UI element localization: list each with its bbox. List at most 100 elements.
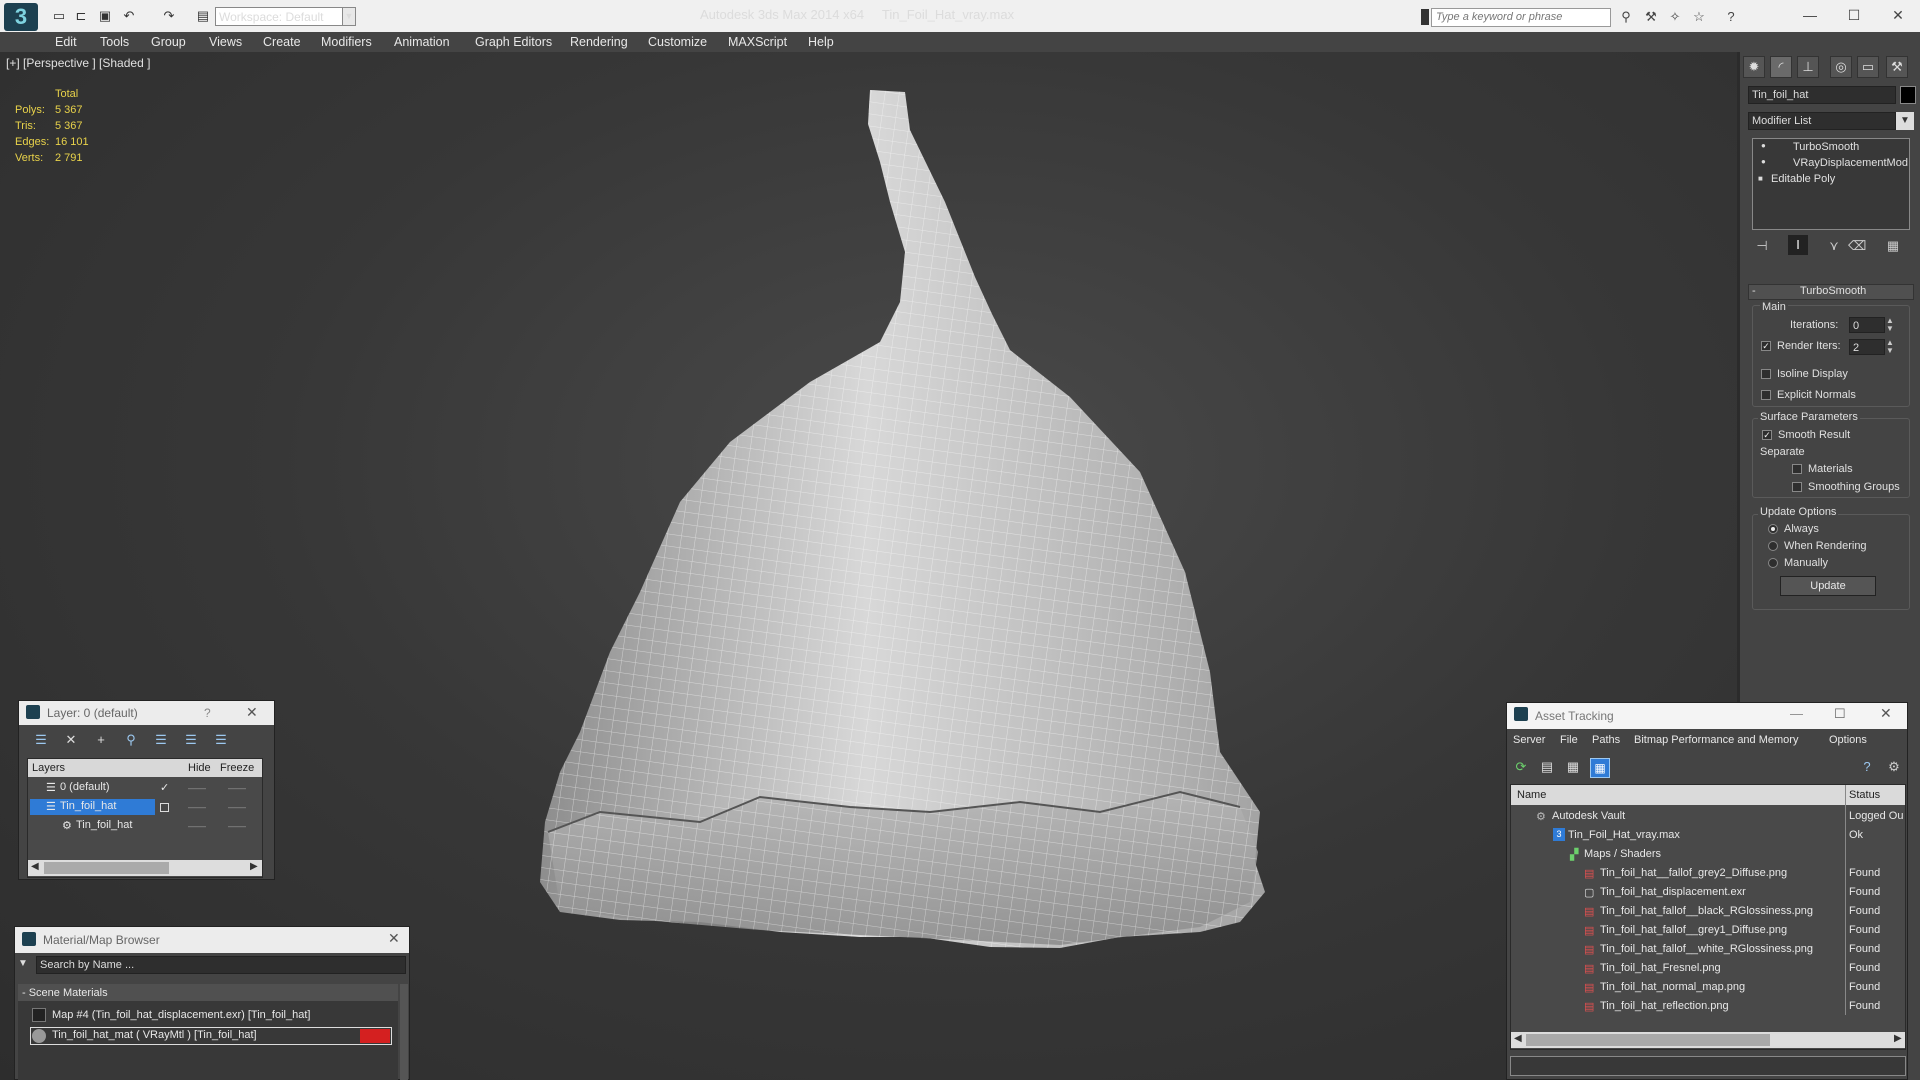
- menu-modifiers[interactable]: Modifiers: [321, 32, 372, 52]
- close-icon[interactable]: ✕: [1880, 705, 1892, 722]
- column-layers[interactable]: Layers: [32, 762, 65, 774]
- render-iters-checkbox[interactable]: ✓: [1761, 341, 1771, 351]
- help-icon[interactable]: ?: [204, 706, 211, 720]
- iterations-spinner[interactable]: ▲ ▼: [1886, 317, 1894, 333]
- add-to-layer-icon[interactable]: +: [92, 732, 110, 748]
- menu-animation[interactable]: Animation: [394, 32, 450, 52]
- scroll-left-icon[interactable]: ◀: [31, 861, 39, 872]
- workspace-dropdown[interactable]: Workspace: Default: [215, 7, 349, 26]
- hide-all-icon[interactable]: ☰: [182, 732, 200, 748]
- scroll-left-icon[interactable]: ◀: [1514, 1033, 1522, 1044]
- always-radio[interactable]: [1768, 524, 1778, 534]
- lightbulb-icon[interactable]: ●: [1761, 157, 1766, 166]
- binoculars-icon[interactable]: ⚲: [1617, 9, 1635, 25]
- freeze-toggle[interactable]: ——: [228, 783, 246, 793]
- stack-item-vraydisplacementmod[interactable]: VRayDisplacementMod: [1793, 157, 1908, 169]
- project-folder-icon[interactable]: ▤: [194, 8, 212, 24]
- expand-icon[interactable]: ■: [1758, 174, 1763, 183]
- create-layer-icon[interactable]: ☰: [32, 732, 50, 748]
- asset-row-name[interactable]: Tin_foil_hat_fallof__black_RGlossiness.p…: [1600, 905, 1813, 917]
- hide-toggle[interactable]: ——: [188, 802, 206, 812]
- menu-paths[interactable]: Paths: [1592, 734, 1620, 746]
- menu-options[interactable]: Options: [1829, 734, 1867, 746]
- asset-row-name[interactable]: Tin_foil_hat_fallof__white_RGlossiness.p…: [1600, 943, 1813, 955]
- menu-help[interactable]: Help: [808, 32, 834, 52]
- chevron-down-icon[interactable]: ▼: [342, 7, 356, 26]
- delete-layer-icon[interactable]: ✕: [62, 732, 80, 748]
- new-file-icon[interactable]: ▭: [50, 8, 68, 24]
- menu-tools[interactable]: Tools: [100, 32, 129, 52]
- pin-stack-icon[interactable]: ⊣: [1753, 238, 1771, 254]
- make-unique-icon[interactable]: ⋎: [1825, 238, 1843, 254]
- layer-row-tin-foil-hat[interactable]: Tin_foil_hat: [60, 800, 116, 812]
- freeze-toggle[interactable]: ——: [228, 802, 246, 812]
- render-iters-input[interactable]: 2: [1849, 339, 1885, 355]
- keyword-search-input[interactable]: Type a keyword or phrase: [1431, 8, 1611, 27]
- minimize-button[interactable]: —: [1790, 706, 1803, 721]
- hierarchy-tab-icon[interactable]: ⊥: [1797, 56, 1819, 78]
- smoothing-groups-checkbox[interactable]: [1792, 482, 1802, 492]
- material-item-map4[interactable]: Map #4 (Tin_foil_hat_displacement.exr) […: [52, 1009, 310, 1021]
- table-view-icon[interactable]: ▦: [1590, 758, 1610, 778]
- highlight-layer-icon[interactable]: ☰: [152, 732, 170, 748]
- menu-graph-editors[interactable]: Graph Editors: [475, 32, 552, 52]
- refresh-icon[interactable]: ⟳: [1512, 759, 1530, 775]
- material-vertical-scrollbar[interactable]: [400, 984, 408, 1080]
- utilities-tab-icon[interactable]: ⚒: [1886, 56, 1908, 78]
- update-button[interactable]: Update: [1780, 576, 1876, 596]
- asset-row-name[interactable]: Tin_foil_hat_displacement.exr: [1600, 886, 1746, 898]
- close-icon[interactable]: ✕: [246, 704, 258, 721]
- tree-view-icon[interactable]: ▦: [1564, 759, 1582, 775]
- asset-row-name[interactable]: Tin_foil_hat_Fresnel.png: [1600, 962, 1721, 974]
- iterations-input[interactable]: 0: [1849, 317, 1885, 333]
- display-tab-icon[interactable]: ▭: [1857, 56, 1879, 78]
- freeze-toggle[interactable]: ——: [228, 821, 246, 831]
- asset-row-name[interactable]: Maps / Shaders: [1584, 848, 1661, 860]
- column-hide[interactable]: Hide: [188, 762, 211, 774]
- settings-icon[interactable]: ⚙: [1885, 759, 1903, 775]
- open-file-icon[interactable]: ⊏: [72, 8, 90, 24]
- asset-row-name[interactable]: Tin_foil_hat__fallof_grey2_Diffuse.png: [1600, 867, 1787, 879]
- make-current-box[interactable]: [160, 803, 169, 812]
- explicit-normals-checkbox[interactable]: [1761, 390, 1771, 400]
- minimize-button[interactable]: —: [1790, 4, 1830, 26]
- menu-rendering[interactable]: Rendering: [570, 32, 628, 52]
- collapse-icon[interactable]: -: [1752, 285, 1756, 297]
- scrollbar-thumb[interactable]: [1526, 1034, 1770, 1046]
- smooth-result-checkbox[interactable]: ✓: [1762, 430, 1772, 440]
- menu-maxscript[interactable]: MAXScript: [728, 32, 787, 52]
- subscription-icon[interactable]: ⚒: [1642, 9, 1660, 25]
- menu-edit[interactable]: Edit: [55, 32, 77, 52]
- communication-center-icon[interactable]: ✧: [1666, 9, 1684, 25]
- object-name-field[interactable]: Tin_foil_hat: [1748, 86, 1896, 104]
- menu-server[interactable]: Server: [1513, 734, 1545, 746]
- asset-row-name[interactable]: Tin_Foil_Hat_vray.max: [1568, 829, 1680, 841]
- menu-customize[interactable]: Customize: [648, 32, 707, 52]
- help-icon[interactable]: ?: [1722, 9, 1740, 25]
- material-search-input[interactable]: Search by Name ...: [36, 956, 406, 974]
- chevron-down-icon[interactable]: ▼: [1896, 112, 1914, 130]
- column-name[interactable]: Name: [1517, 789, 1546, 801]
- favorites-star-icon[interactable]: ☆: [1690, 9, 1708, 25]
- asset-row-name[interactable]: Autodesk Vault: [1552, 810, 1625, 822]
- menu-bitmap-performance[interactable]: Bitmap Performance and Memory: [1634, 734, 1798, 746]
- menu-file[interactable]: File: [1560, 734, 1578, 746]
- isoline-display-checkbox[interactable]: [1761, 369, 1771, 379]
- app-logo-icon[interactable]: 3: [4, 3, 38, 31]
- create-tab-icon[interactable]: ✹: [1743, 56, 1765, 78]
- object-color-swatch[interactable]: [1900, 86, 1916, 104]
- modifier-list-dropdown[interactable]: Modifier List: [1748, 112, 1896, 130]
- remove-modifier-icon[interactable]: ⌫: [1848, 238, 1866, 254]
- close-button[interactable]: ✕: [1878, 4, 1918, 26]
- list-view-icon[interactable]: ▤: [1538, 759, 1556, 775]
- manually-radio[interactable]: [1768, 558, 1778, 568]
- current-layer-check-icon[interactable]: ✓: [160, 781, 169, 794]
- save-icon[interactable]: ▣: [96, 8, 114, 24]
- column-status[interactable]: Status: [1849, 789, 1880, 801]
- stack-item-editable-poly[interactable]: Editable Poly: [1771, 173, 1835, 185]
- maximize-button[interactable]: ☐: [1834, 706, 1846, 722]
- asset-row-name[interactable]: Tin_foil_hat_reflection.png: [1600, 1000, 1729, 1012]
- column-freeze[interactable]: Freeze: [220, 762, 254, 774]
- layer-object-tin-foil-hat[interactable]: Tin_foil_hat: [76, 819, 132, 831]
- layer-row-default[interactable]: 0 (default): [60, 781, 110, 793]
